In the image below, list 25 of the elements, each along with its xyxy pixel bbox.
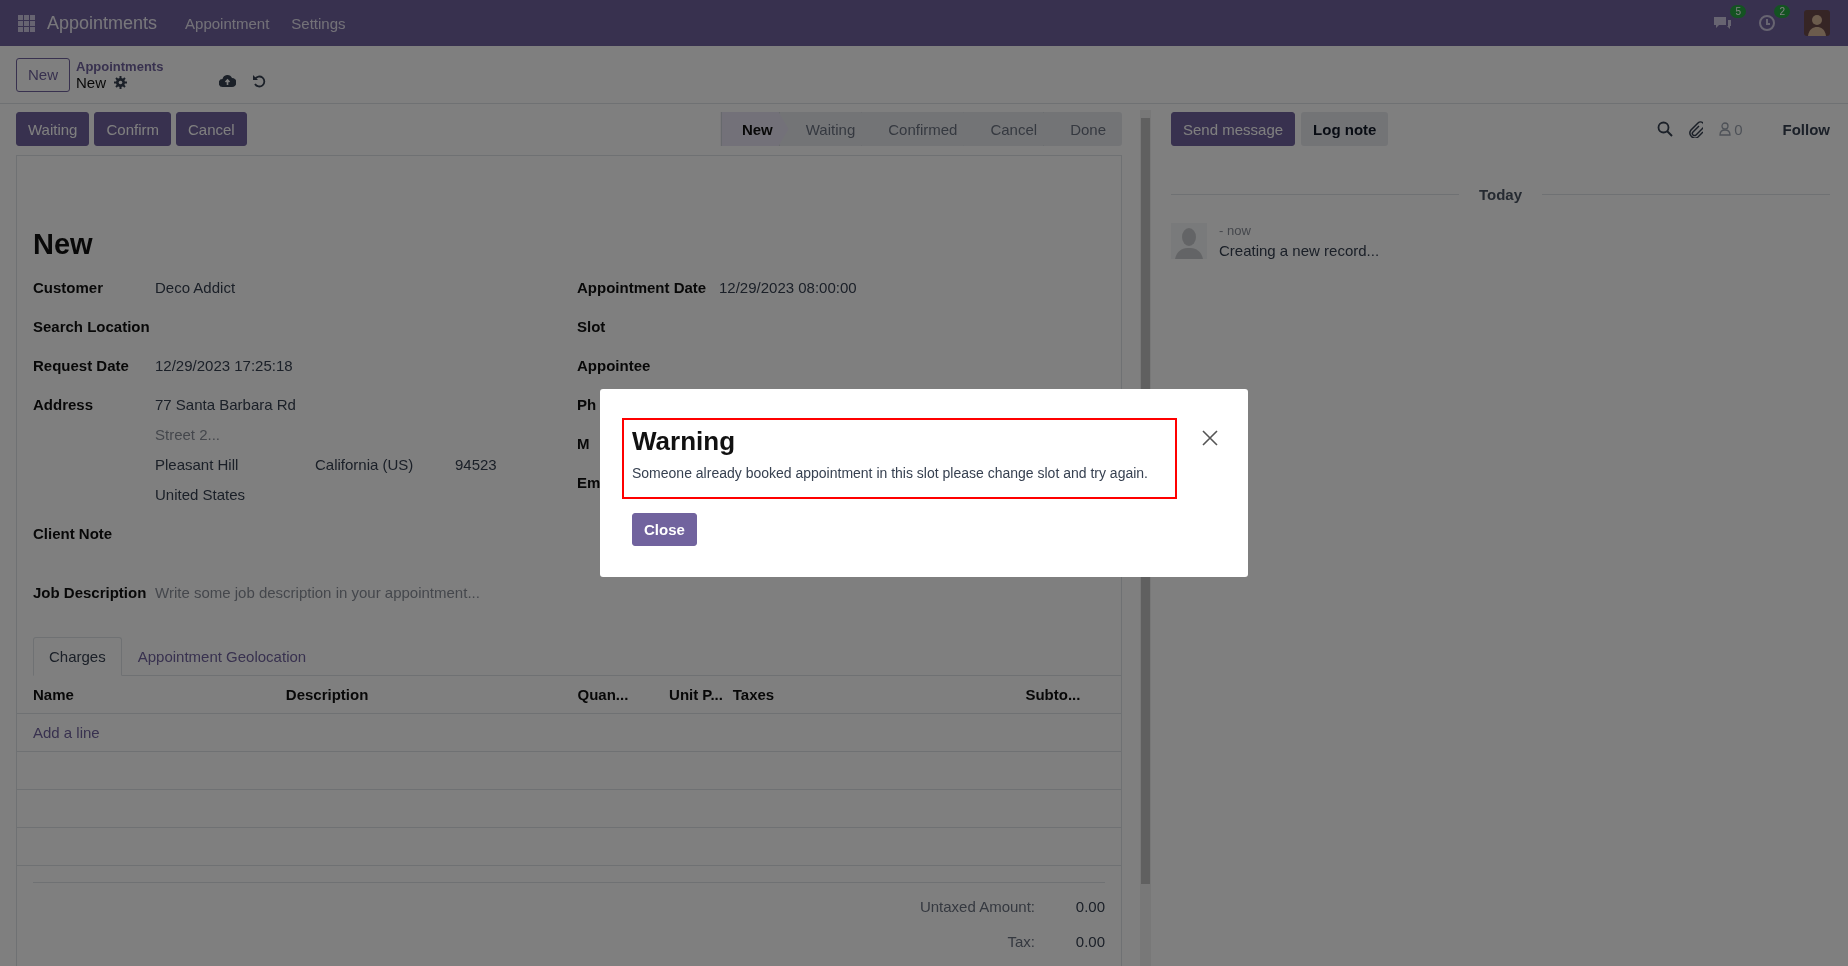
field-label: Em [577,474,601,491]
total-value: 0.00 [1075,933,1105,950]
total-value: 0.00 [1075,898,1105,915]
field-label: M [577,435,590,452]
count-badge: 2 [1774,5,1790,18]
message-time: - now [1219,223,1252,238]
field-label: Ph [577,396,597,413]
field-label: Request Date [33,357,129,374]
field-label: Customer [33,279,103,296]
count-badge: 5 [1730,5,1746,18]
field-label: Job Description [33,584,147,601]
total-label: Tax: [1007,933,1035,950]
dialog-title: Warning [632,426,737,457]
field-label: Client Note [33,525,113,542]
record-name: New [76,74,107,91]
record-title: New [32,228,94,261]
dialog-message: Someone already booked appointment in this slot please change slot and try again. [632,465,1149,481]
date-separator: Today [1478,186,1523,203]
field-label: Search Location [33,318,150,335]
message-text: Creating a new record... [1219,242,1380,259]
field-label: Appointment Date [577,279,707,296]
field-label: Slot [577,318,606,335]
field-label: Address [33,396,94,413]
total-label: Untaxed Amount: [919,898,1035,915]
field-label: Appointee [577,357,651,374]
